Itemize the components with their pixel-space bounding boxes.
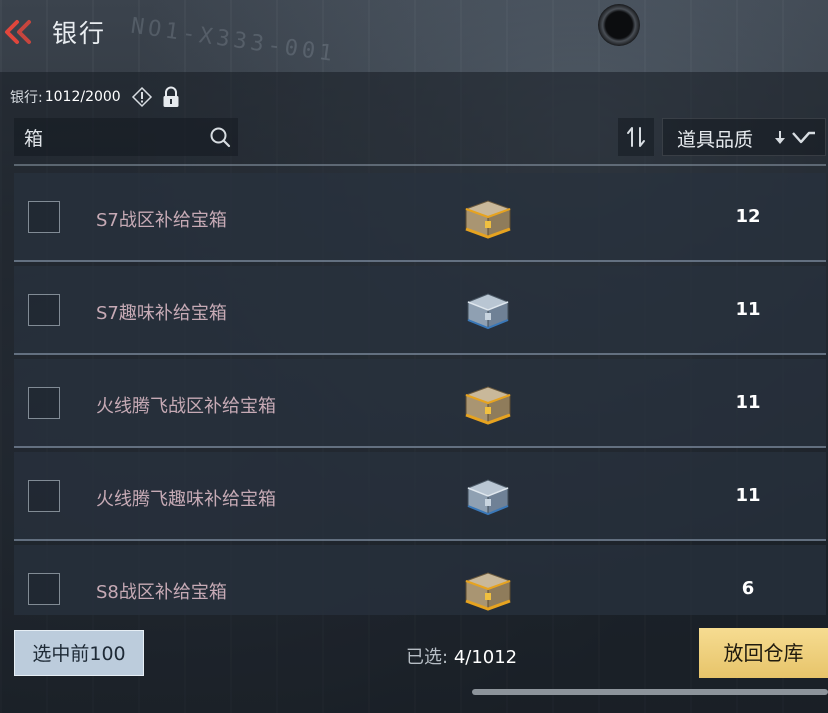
quality-sort-dropdown[interactable]: 道具品质 — [662, 118, 826, 156]
top-bar: 银行 — [0, 0, 828, 70]
search-icon[interactable] — [208, 125, 232, 149]
lock-icon[interactable] — [161, 86, 181, 108]
item-name: 火线腾飞战区补给宝箱 — [96, 396, 276, 417]
bank-capacity: 银行: 1012/2000 — [10, 85, 181, 109]
horizontal-scrollbar[interactable] — [472, 689, 828, 695]
list-divider — [14, 164, 826, 166]
silver-chest-icon — [466, 479, 510, 516]
item-name: S7趣味补给宝箱 — [96, 303, 227, 324]
back-icon[interactable] — [2, 14, 38, 50]
selected-count-label: 已选: — [406, 647, 449, 668]
item-count: 6 — [741, 578, 755, 599]
list-item[interactable]: 火线腾飞趣味补给宝箱 11 — [14, 452, 826, 541]
page-title: 银行 — [52, 19, 107, 48]
list-item[interactable]: S8战区补给宝箱 6 — [14, 545, 826, 615]
item-checkbox[interactable] — [28, 480, 60, 512]
sort-toggle-button[interactable] — [618, 118, 654, 156]
item-name: 火线腾飞趣味补给宝箱 — [96, 489, 276, 510]
item-checkbox[interactable] — [28, 387, 60, 419]
sort-arrows-icon — [627, 127, 645, 147]
item-checkbox[interactable] — [28, 201, 60, 233]
sort-down-chevron-icon — [775, 131, 815, 144]
bank-capacity-value: 1012/2000 — [44, 89, 121, 105]
gold-chest-icon — [464, 386, 512, 425]
gold-chest-icon — [464, 572, 512, 611]
return-to-warehouse-button[interactable]: 放回仓库 — [699, 628, 828, 678]
item-checkbox[interactable] — [28, 294, 60, 326]
gold-chest-icon — [464, 200, 512, 239]
search-box[interactable]: 箱 — [14, 118, 238, 156]
item-count: 11 — [735, 299, 761, 320]
list-item[interactable]: 火线腾飞战区补给宝箱 11 — [14, 359, 826, 448]
selected-count-value: 4/1012 — [453, 647, 518, 668]
select-top-100-button[interactable]: 选中前100 — [14, 630, 144, 676]
silver-chest-icon — [466, 293, 510, 330]
quality-sort-label: 道具品质 — [677, 129, 754, 151]
item-list: S7战区补给宝箱 12 S7趣味补给宝箱 11 火线腾飞战区补给宝箱 11 火线… — [14, 170, 826, 615]
item-name: S7战区补给宝箱 — [96, 210, 227, 231]
item-name: S8战区补给宝箱 — [96, 582, 227, 603]
info-icon[interactable] — [131, 86, 153, 108]
selected-count: 已选: 4/1012 — [406, 643, 517, 669]
item-count: 11 — [735, 485, 761, 506]
item-count: 11 — [735, 392, 761, 413]
search-input[interactable]: 箱 — [24, 124, 43, 151]
list-item[interactable]: S7趣味补给宝箱 11 — [14, 266, 826, 355]
item-count: 12 — [735, 206, 761, 227]
item-checkbox[interactable] — [28, 573, 60, 605]
bank-capacity-label: 银行: — [10, 90, 43, 106]
list-item[interactable]: S7战区补给宝箱 12 — [14, 173, 826, 262]
